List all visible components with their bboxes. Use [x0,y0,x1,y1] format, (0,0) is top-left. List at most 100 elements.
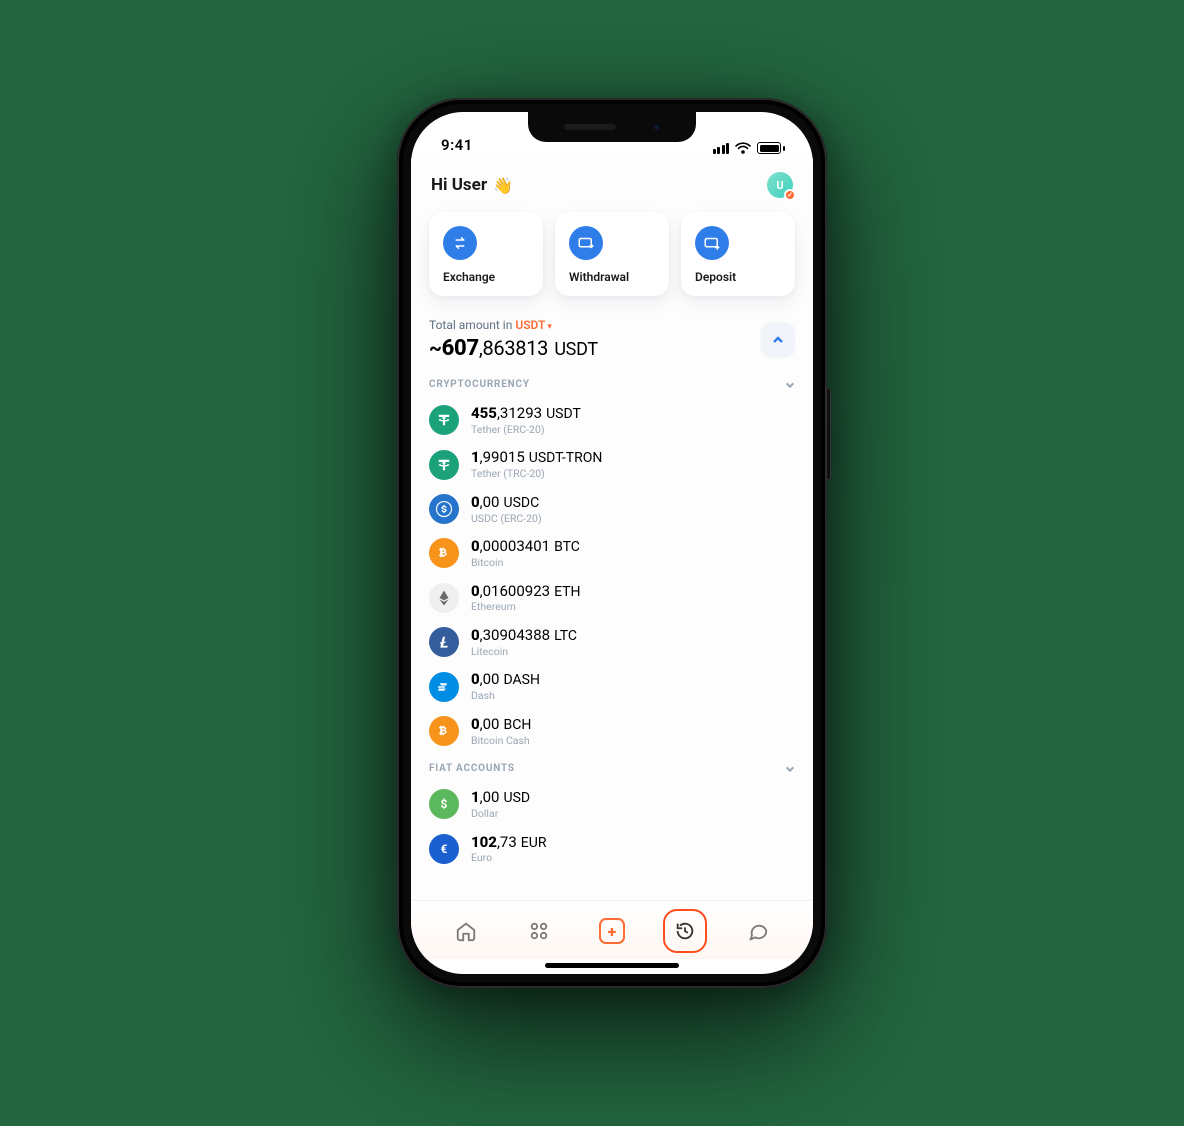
crypto-section-header[interactable]: CRYPTOCURRENCY [429,379,795,390]
asset-subtitle: Euro [471,852,546,865]
usdt2-coin-icon [429,450,459,480]
currency-selector[interactable]: Total amount in USDT▾ [429,318,598,332]
crypto-section-title: CRYPTOCURRENCY [429,379,530,390]
asset-row-bch[interactable]: 0,00BCHBitcoin Cash [429,709,795,753]
fiat-section-title: FIAT ACCOUNTS [429,763,515,774]
btc-coin-icon [429,538,459,568]
deposit-label: Deposit [695,270,781,284]
total-caption-prefix: Total amount in [429,318,515,332]
asset-amount: 0,00USDC [471,493,542,512]
asset-subtitle: Bitcoin Cash [471,735,531,748]
chevron-down-icon: ▾ [547,322,552,332]
asset-amount: 0,30904388LTC [471,626,577,645]
fiat-section-header[interactable]: FIAT ACCOUNTS [429,763,795,774]
approx-sign: ~ [429,336,442,360]
asset-row-btc[interactable]: 0,00003401BTCBitcoin [429,531,795,575]
usd-coin-icon: $ [429,789,459,819]
eth-coin-icon [429,583,459,613]
asset-info: 0,00USDCUSDC (ERC-20) [471,493,542,525]
asset-row-usdt-tron[interactable]: 1,99015USDT-TRONTether (TRC-20) [429,442,795,486]
exchange-label: Exchange [443,270,529,284]
tab-chat[interactable] [736,909,780,953]
asset-row-ltc[interactable]: 0,30904388LTCLitecoin [429,620,795,664]
svg-text:€: € [441,841,448,855]
asset-info: 0,01600923ETHEthereum [471,582,581,614]
plus-icon: + [599,918,625,944]
asset-row-dash[interactable]: 0,00DASHDash [429,664,795,708]
tab-history[interactable] [663,909,707,953]
asset-subtitle: Dollar [471,808,530,821]
front-camera [652,123,661,132]
eur-coin-icon: € [429,834,459,864]
deposit-button[interactable]: Deposit [681,212,795,296]
verified-badge-icon [784,189,796,201]
quick-actions: Exchange Withdrawal Deposit [429,212,795,296]
asset-info: 455,31293USDTTether (ERC-20) [471,404,581,436]
phone-mockup: 9:41 Hi User 👋 U [397,98,827,988]
asset-amount: 102,73EUR [471,833,546,852]
total-amount: ~607,863813 USDT [429,336,598,361]
exchange-button[interactable]: Exchange [429,212,543,296]
total-row: Total amount in USDT▾ ~607,863813 USDT [429,318,795,361]
asset-subtitle: Dash [471,690,540,703]
tab-add[interactable]: + [590,909,634,953]
asset-amount: 1,99015USDT-TRON [471,448,602,467]
chevron-up-icon [772,334,784,346]
asset-subtitle: Tether (TRC-20) [471,468,602,481]
crypto-list: 455,31293USDTTether (ERC-20) 1,99015USDT-… [429,398,795,753]
speaker [564,124,616,130]
history-icon [674,920,696,942]
greeting-text: Hi User [431,175,487,195]
total-post: 863813 [482,336,548,360]
asset-amount: 455,31293USDT [471,404,581,423]
usdt-coin-icon [429,405,459,435]
withdrawal-label: Withdrawal [569,270,655,284]
app-content: Hi User 👋 U Exchange [411,158,813,900]
asset-row-usdc[interactable]: 0,00USDCUSDC (ERC-20) [429,487,795,531]
asset-row-eur[interactable]: €102,73EUREuro [429,827,795,871]
chevron-down-icon [785,380,795,390]
phone-side-button [826,388,831,480]
status-icons [713,142,786,154]
fiat-list: $1,00USDDollar€102,73EUREuro [429,782,795,871]
asset-info: 1,00USDDollar [471,788,530,820]
home-icon [455,920,477,942]
deposit-icon [695,226,729,260]
asset-amount: 0,00BCH [471,715,531,734]
greeting: Hi User 👋 [431,175,513,195]
tab-home[interactable] [444,909,488,953]
asset-row-usdt[interactable]: 455,31293USDTTether (ERC-20) [429,398,795,442]
chevron-down-icon [785,764,795,774]
collapse-button[interactable] [761,323,795,357]
total-amount-block: Total amount in USDT▾ ~607,863813 USDT [429,318,598,361]
total-unit: USDT [550,339,598,360]
asset-subtitle: Ethereum [471,601,581,614]
total-pre: 607 [442,336,479,361]
asset-row-eth[interactable]: 0,01600923ETHEthereum [429,576,795,620]
asset-amount: 0,00DASH [471,670,540,689]
battery-icon [757,142,785,154]
cellular-icon [713,143,730,154]
asset-subtitle: USDC (ERC-20) [471,513,542,526]
tab-bar: + [411,900,813,959]
withdrawal-button[interactable]: Withdrawal [555,212,669,296]
home-indicator [545,963,679,968]
dash-coin-icon [429,672,459,702]
asset-info: 0,00BCHBitcoin Cash [471,715,531,747]
asset-row-usd[interactable]: $1,00USDDollar [429,782,795,826]
chat-icon [747,920,769,942]
status-time: 9:41 [441,136,473,154]
bottom-nav: + [411,900,813,974]
asset-info: 0,00003401BTCBitcoin [471,537,580,569]
avatar[interactable]: U [767,172,793,198]
asset-subtitle: Litecoin [471,646,577,659]
ltc-coin-icon [429,627,459,657]
asset-info: 102,73EUREuro [471,833,546,865]
tab-apps[interactable] [517,909,561,953]
asset-amount: 0,00003401BTC [471,537,580,556]
asset-info: 1,99015USDT-TRONTether (TRC-20) [471,448,602,480]
wifi-icon [735,142,751,154]
svg-text:$: $ [441,797,448,811]
asset-amount: 1,00USD [471,788,530,807]
exchange-icon [443,226,477,260]
